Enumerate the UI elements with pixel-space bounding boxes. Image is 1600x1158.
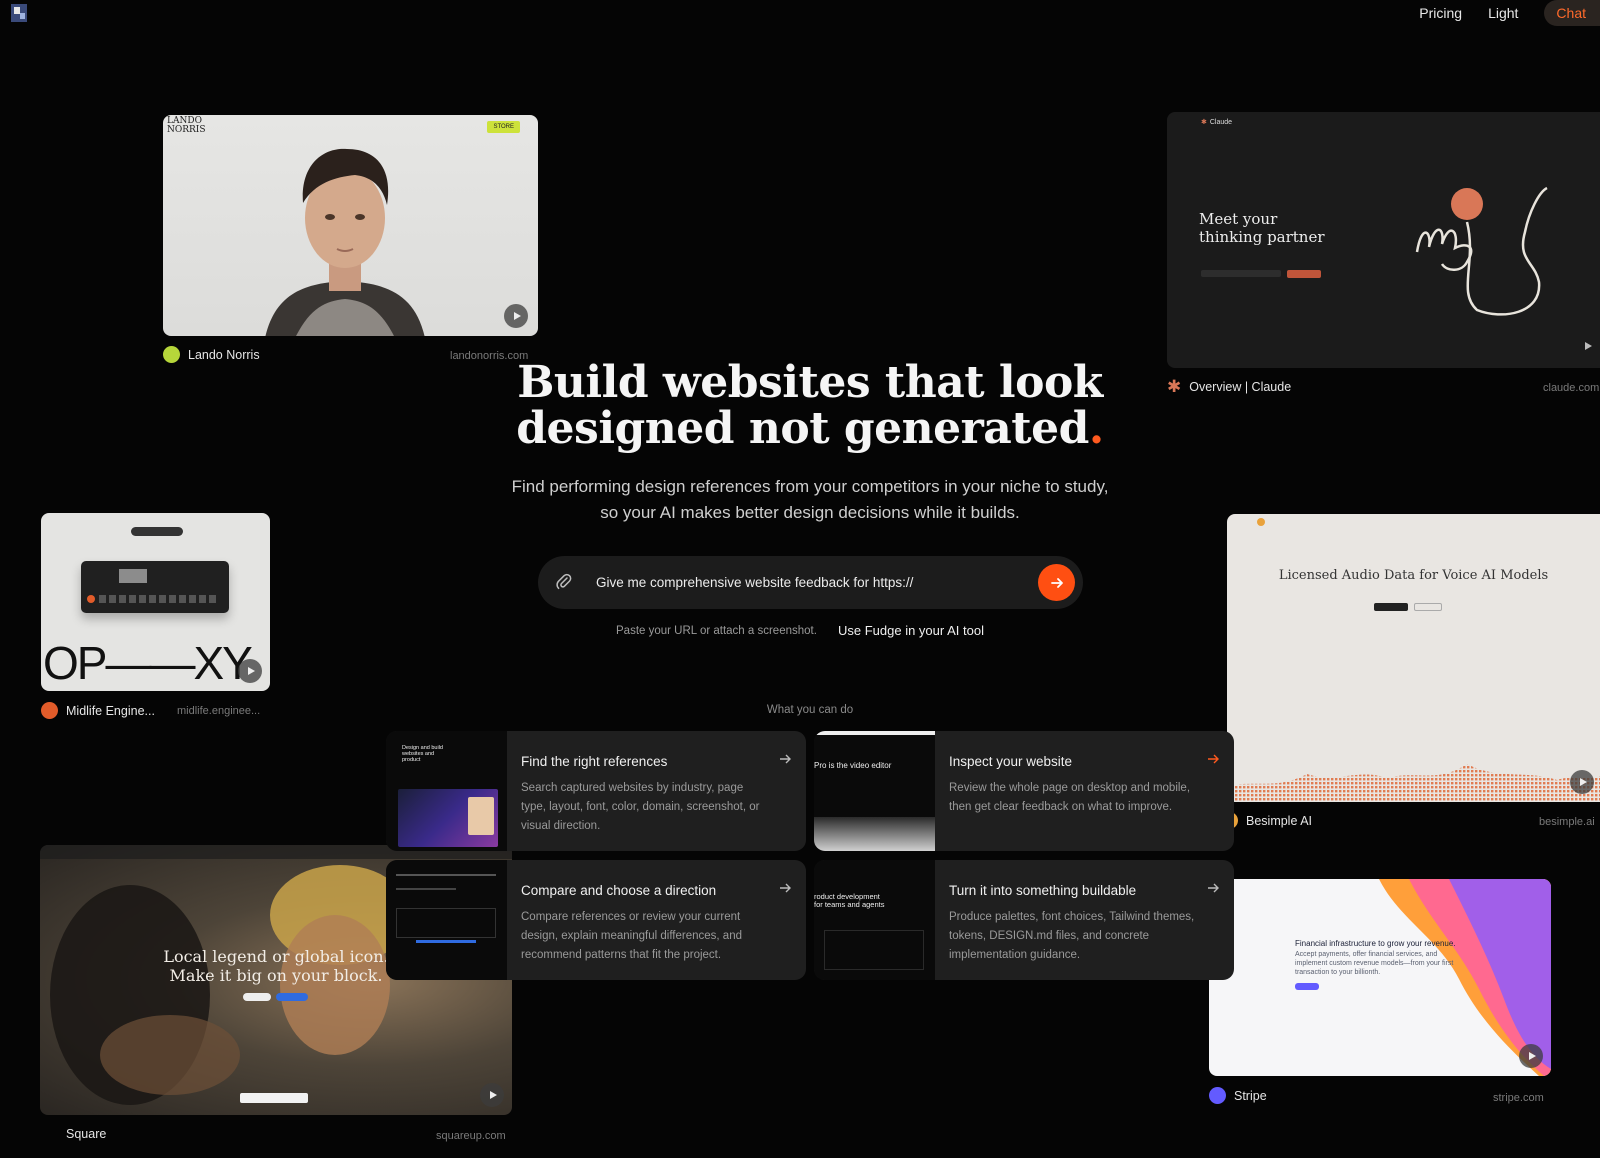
reference-domain: stripe.com — [1493, 1092, 1544, 1104]
hand-illustration — [1415, 186, 1548, 316]
feature-title: Find the right references — [521, 754, 668, 769]
arrow-right-icon — [780, 754, 791, 764]
feature-thumbnail: Pro is the video editor — [814, 731, 935, 851]
feature-card-find-references[interactable]: Design and build websites and product Fi… — [386, 731, 806, 851]
reference-domain: besimple.ai — [1539, 816, 1595, 828]
stripe-gradient-graphic — [1379, 879, 1551, 1076]
feature-card-compare-direction[interactable]: Compare and choose a direction Compare r… — [386, 860, 806, 980]
feature-title: Inspect your website — [949, 754, 1073, 769]
stripe-favicon-icon — [1209, 1087, 1226, 1104]
reference-name: Stripe — [1209, 1087, 1267, 1104]
hero-title: Build websites that look designed not ge… — [516, 357, 1104, 454]
play-icon[interactable] — [504, 304, 528, 328]
reference-domain: squareup.com — [436, 1130, 506, 1142]
play-icon[interactable] — [1519, 1044, 1543, 1068]
prompt-hint: Paste your URL or attach a screenshot. — [616, 625, 817, 637]
feature-description: Produce palettes, font choices, Tailwind… — [949, 911, 1195, 961]
use-in-ai-tool-link[interactable]: Use Fudge in your AI tool — [838, 623, 984, 638]
feature-thumbnail — [386, 860, 507, 980]
reference-screenshot-stripe[interactable]: Financial infrastructure to grow your re… — [1209, 879, 1551, 1076]
play-icon[interactable] — [1585, 342, 1592, 350]
feature-card-inspect-website[interactable]: Pro is the video editor Inspect your web… — [814, 731, 1234, 851]
claude-spark-icon: ✱ — [1201, 119, 1207, 126]
stripe-headline: Financial infrastructure to grow your re… — [1295, 939, 1456, 948]
top-nav: Pricing Light Chat — [1419, 0, 1600, 26]
arrow-right-icon — [780, 883, 791, 893]
reference-name: Besimple AI — [1221, 812, 1312, 829]
nav-theme-toggle[interactable]: Light — [1488, 5, 1518, 21]
claude-brand: ✱ Claude — [1201, 118, 1233, 127]
feature-title: Turn it into something buildable — [949, 883, 1137, 898]
prompt-box — [538, 556, 1083, 609]
play-icon[interactable] — [480, 1083, 504, 1107]
reference-screenshot-besimple[interactable]: Licensed Audio Data for Voice AI Models — [1227, 514, 1600, 802]
feature-thumbnail: roduct development for teams and agents — [814, 860, 935, 980]
hero-subtitle: Find performing design references from y… — [511, 477, 1109, 522]
feature-description: Review the whole page on desktop and mob… — [949, 782, 1191, 813]
besimple-headline: Licensed Audio Data for Voice AI Models — [1278, 568, 1549, 583]
feature-description: Search captured websites by industry, pa… — [521, 782, 760, 832]
feature-thumbnail: Design and build websites and product — [386, 731, 507, 851]
feature-description: Compare references or review your curren… — [521, 911, 742, 961]
synth-device-image — [81, 561, 229, 613]
midlife-big-text: OP——XY — [43, 637, 253, 689]
reference-name: Square — [66, 1127, 107, 1141]
section-label: What you can do — [766, 704, 854, 716]
feature-title: Compare and choose a direction — [521, 883, 717, 898]
send-button[interactable] — [1038, 564, 1075, 601]
nav-pricing-link[interactable]: Pricing — [1419, 5, 1462, 21]
app-logo-icon[interactable] — [10, 3, 28, 23]
reference-screenshot-midlife[interactable]: OP——XY — [41, 513, 270, 691]
reference-screenshot-lando[interactable]: LANDO NORRIS STORE — [163, 115, 538, 336]
feature-card-buildable[interactable]: roduct development for teams and agents T… — [814, 860, 1234, 980]
prompt-input[interactable] — [596, 568, 1016, 597]
nav-chat-button[interactable]: Chat — [1544, 0, 1600, 26]
lando-logo-text: LANDO NORRIS — [167, 116, 206, 135]
arrow-right-icon — [1050, 577, 1063, 588]
stripe-body: Accept payments, offer financial service… — [1295, 951, 1454, 976]
audio-waveform-graphic — [1227, 764, 1600, 802]
arrow-right-icon — [1208, 883, 1219, 893]
play-icon[interactable] — [1570, 770, 1594, 794]
arrow-right-icon — [1208, 754, 1219, 764]
besimple-logo-icon — [1257, 518, 1265, 526]
claude-headline: Meet your thinking partner — [1199, 210, 1325, 246]
lando-store-button: STORE — [487, 121, 520, 133]
paperclip-icon[interactable] — [554, 572, 574, 592]
reference-screenshot-claude[interactable]: ✱ Claude Meet your thinking partner — [1167, 112, 1600, 368]
portrait-image — [265, 148, 425, 336]
play-icon[interactable] — [238, 659, 262, 683]
